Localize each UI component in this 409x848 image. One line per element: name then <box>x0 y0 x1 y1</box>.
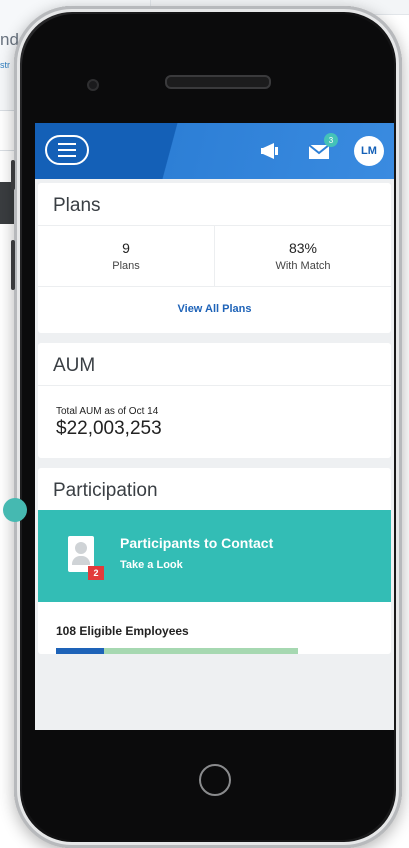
progress-fill <box>56 648 105 654</box>
avatar[interactable]: LM <box>354 136 384 166</box>
contact-count-badge: 2 <box>88 566 104 580</box>
aum-value: $22,003,253 <box>56 418 162 439</box>
app-header: 3 LM <box>35 123 394 179</box>
dashboard-content: Plans 9 Plans 83% With Match View All Pl… <box>35 183 394 654</box>
aum-label: Total AUM as of Oct 14 <box>56 406 159 417</box>
aum-card: AUM Total AUM as of Oct 14 $22,003,253 <box>38 343 391 458</box>
plans-stats: 9 Plans 83% With Match <box>38 226 391 287</box>
stat-label: Plans <box>112 260 140 272</box>
aum-title: AUM <box>38 343 391 386</box>
phone-screen: 3 LM Plans 9 Plans 83% With Match View A… <box>35 123 394 730</box>
stat-value: 9 <box>122 240 130 256</box>
take-a-look-link[interactable]: Take a Look <box>120 559 183 571</box>
mail-badge: 3 <box>324 133 338 147</box>
contact-title: Participants to Contact <box>120 535 274 551</box>
earpiece-speaker <box>165 75 271 89</box>
stat-label: With Match <box>275 260 331 272</box>
mail-icon[interactable]: 3 <box>306 133 338 165</box>
home-button[interactable] <box>199 764 231 796</box>
hotspot-dot[interactable] <box>3 498 27 522</box>
plans-title: Plans <box>38 183 391 226</box>
participation-title: Participation <box>53 480 158 501</box>
view-all-plans-link[interactable]: View All Plans <box>38 287 391 333</box>
participation-card: Participation 2 Participants to Contact … <box>38 468 391 654</box>
eligible-progress-bar <box>56 648 298 654</box>
hamburger-icon[interactable] <box>45 135 89 165</box>
stat-value: 83% <box>288 240 318 256</box>
front-camera-icon <box>87 79 99 91</box>
stat-plans: 9 Plans <box>38 226 214 286</box>
plans-card: Plans 9 Plans 83% With Match View All Pl… <box>38 183 391 333</box>
mute-switch <box>11 160 15 190</box>
participants-to-contact-banner[interactable]: 2 Participants to Contact Take a Look <box>38 510 391 602</box>
stat-with-match: 83% With Match <box>214 226 391 286</box>
aum-body: Total AUM as of Oct 14 $22,003,253 <box>38 386 391 458</box>
megaphone-icon[interactable] <box>258 137 286 165</box>
volume-up-button <box>11 240 15 290</box>
background-link: str <box>0 60 10 70</box>
eligible-employees-label: 108 Eligible Employees <box>56 624 189 638</box>
